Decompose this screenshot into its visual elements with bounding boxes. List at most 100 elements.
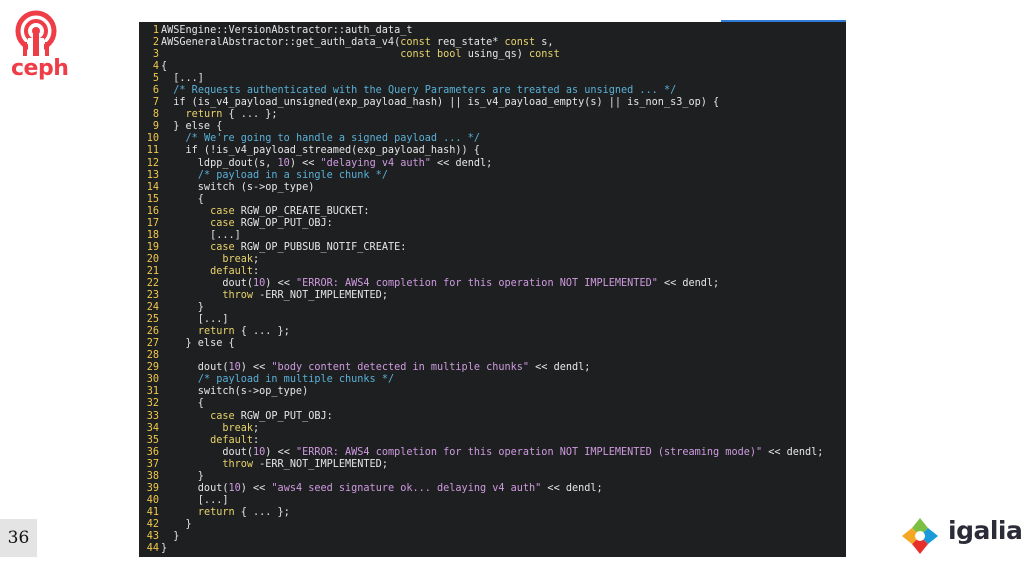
line-number: 1	[152, 25, 159, 36]
code-comment: /* Requests authenticated with the Query…	[173, 85, 677, 97]
code-keyword: bool	[437, 49, 462, 61]
code-string: "body content detected in multiple chunk…	[271, 362, 530, 374]
igalia-wordmark: igalia	[948, 516, 1023, 545]
line-number: 19	[146, 241, 159, 253]
code-text: RGW_OP_CREATE_BUCKET:	[234, 205, 370, 217]
code-text: req_state*	[430, 37, 505, 49]
line-number: 16	[146, 205, 159, 217]
code-text: [...]	[161, 494, 229, 506]
code-line: 25 [...]	[139, 314, 846, 326]
line-number: 11	[146, 145, 159, 157]
code-text: << dendl;	[657, 277, 720, 289]
code-string: 10	[277, 157, 290, 169]
code-line: 35 default:	[139, 435, 846, 447]
code-text: switch (s->op_type)	[161, 181, 315, 193]
code-text: :	[253, 265, 260, 277]
line-number: 17	[146, 217, 159, 229]
code-string: "delaying v4 auth"	[320, 157, 431, 169]
line-number: 29	[146, 362, 159, 374]
code-line: 10 /* We're going to handle a signed pay…	[139, 133, 846, 145]
code-text: -ERR_NOT_IMPLEMENTED;	[253, 290, 388, 302]
line-number: 35	[146, 434, 159, 446]
code-text: ldpp_dout(s,	[161, 157, 278, 169]
code-text: AWSEngine::VersionAbstractor::auth_data_…	[161, 25, 413, 36]
code-line: 5 [...]	[139, 73, 846, 85]
line-number: 42	[146, 518, 159, 530]
code-text: RGW_OP_PUBSUB_NOTIF_CREATE:	[234, 241, 407, 253]
code-line: 42 }	[139, 519, 846, 531]
code-text: ) <<	[265, 277, 296, 289]
code-text: }	[161, 518, 192, 530]
code-line: 31 switch(s->op_type)	[139, 386, 846, 398]
code-line: 4{	[139, 61, 846, 73]
code-comment: /* We're going to handle a signed payloa…	[185, 133, 480, 145]
code-text: { ... };	[222, 109, 278, 121]
code-keyword: break	[222, 422, 254, 434]
code-line: 22 dout(10) << "ERROR: AWS4 completion f…	[139, 278, 846, 290]
line-number: 14	[146, 181, 159, 193]
code-text: [...]	[161, 229, 241, 241]
code-keyword: const	[529, 49, 560, 61]
line-number: 6	[152, 85, 159, 97]
code-line: 12 ldpp_dout(s, 10) << "delaying v4 auth…	[139, 158, 846, 170]
code-keyword: throw	[222, 458, 254, 470]
code-string: 10	[253, 446, 266, 458]
line-number: 7	[152, 97, 159, 109]
code-keyword: default	[210, 265, 254, 277]
code-line: 33 case RGW_OP_PUT_OBJ:	[139, 411, 846, 423]
code-text: << dendl;	[762, 446, 824, 458]
line-number: 3	[152, 49, 159, 61]
code-line: 1 AWSEngine::VersionAbstractor::auth_data…	[139, 25, 846, 37]
code-text: << dendl;	[529, 362, 591, 374]
code-text: }	[161, 530, 180, 542]
code-line: 9 } else {	[139, 121, 846, 133]
line-number: 39	[146, 482, 159, 494]
line-number: 38	[146, 470, 159, 482]
line-number: 32	[146, 398, 159, 410]
code-text: :	[253, 434, 260, 446]
code-line: 18 [...]	[139, 230, 846, 242]
line-number: 26	[146, 326, 159, 338]
line-number: 25	[146, 314, 159, 326]
code-text: }	[161, 302, 204, 314]
line-number: 37	[146, 458, 159, 470]
line-number: 8	[152, 109, 159, 121]
code-keyword: default	[210, 434, 254, 446]
code-text: }	[161, 470, 204, 482]
code-keyword: case	[210, 410, 235, 422]
line-number: 21	[146, 265, 159, 277]
code-text: if (is_v4_payload_unsigned(exp_payload_h…	[161, 97, 720, 109]
line-number: 33	[146, 410, 159, 422]
code-line: 20 break;	[139, 254, 846, 266]
line-number: 34	[146, 422, 159, 434]
line-number: 43	[146, 530, 159, 542]
code-text: << dendl;	[541, 482, 603, 494]
code-string: "ERROR: AWS4 completion for this operati…	[295, 446, 763, 458]
code-string: 10	[228, 362, 241, 374]
line-number: 9	[152, 121, 159, 133]
code-keyword: const	[400, 37, 431, 49]
line-number: 15	[146, 193, 159, 205]
code-line: 16 case RGW_OP_CREATE_BUCKET:	[139, 206, 846, 218]
line-number: 24	[146, 302, 159, 314]
code-text: }	[161, 543, 168, 555]
code-line: 14 switch (s->op_type)	[139, 182, 846, 194]
code-text: ;	[253, 253, 260, 265]
code-keyword: throw	[222, 290, 254, 302]
code-line: 41 return { ... };	[139, 507, 846, 519]
code-line: 21 default:	[139, 266, 846, 278]
code-text: } else {	[161, 121, 223, 133]
code-text: ;	[253, 422, 260, 434]
line-number: 12	[146, 157, 159, 169]
code-text: {	[161, 398, 204, 410]
code-line: 26 return { ... };	[139, 326, 846, 338]
code-line: 23 throw -ERR_NOT_IMPLEMENTED;	[139, 290, 846, 302]
code-text: dout(	[161, 446, 254, 458]
